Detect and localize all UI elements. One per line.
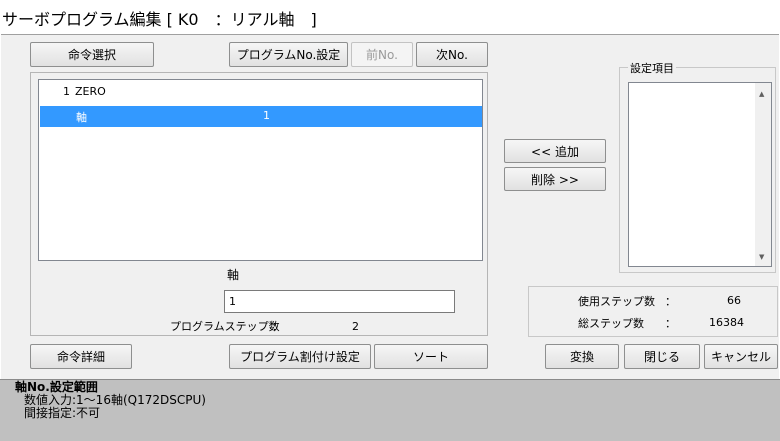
- total-steps-label: 総ステップ数: [578, 317, 644, 330]
- used-steps-value: 66: [727, 294, 741, 307]
- settings-list[interactable]: ▲ ▼: [628, 82, 772, 267]
- next-no-button[interactable]: 次No.: [416, 42, 488, 67]
- used-steps-label: 使用ステップ数: [578, 295, 655, 308]
- list-item-selected[interactable]: 軸 1: [40, 106, 482, 127]
- prev-no-button[interactable]: 前No.: [351, 42, 413, 67]
- used-steps-colon: ：: [665, 295, 676, 308]
- list-item-label: ZERO: [75, 85, 106, 98]
- field-label: 軸: [227, 268, 240, 282]
- help-line-indirect: 間接指定:不可: [24, 406, 101, 420]
- command-detail-button[interactable]: 命令詳細: [30, 344, 132, 369]
- close-button[interactable]: 閉じる: [624, 344, 700, 369]
- window-title: サーボプログラム編集 [ K0 ：リアル軸 ]: [2, 10, 317, 29]
- total-steps-value: 16384: [709, 316, 744, 329]
- settings-scrollbar[interactable]: ▲ ▼: [755, 83, 771, 266]
- program-step-colon: ：: [272, 320, 283, 333]
- add-button[interactable]: << 追加: [504, 139, 606, 163]
- settings-group-title: 設定項目: [628, 60, 676, 76]
- program-list[interactable]: 1 ZERO 軸 1: [38, 79, 483, 261]
- convert-button[interactable]: 変換: [545, 344, 619, 369]
- program-step-label: プログラムステップ数: [170, 320, 280, 333]
- list-item-label: 軸: [76, 111, 87, 124]
- help-status-area: 軸No.設定範囲 数値入力:1～16軸(Q172DSCPU) 間接指定:不可: [0, 379, 780, 441]
- list-item-number: 1: [63, 85, 70, 98]
- total-steps-colon: ：: [665, 317, 676, 330]
- command-select-button[interactable]: 命令選択: [30, 42, 154, 67]
- program-no-setting-button[interactable]: プログラムNo.設定: [229, 42, 348, 67]
- remove-button[interactable]: 削除 >>: [504, 167, 606, 191]
- scroll-up-icon[interactable]: ▲: [759, 90, 764, 98]
- scroll-down-icon[interactable]: ▼: [759, 253, 764, 261]
- cancel-button[interactable]: キャンセル: [704, 344, 778, 369]
- program-allocation-button[interactable]: プログラム割付け設定: [229, 344, 371, 369]
- axis-input[interactable]: 1: [224, 290, 455, 313]
- program-step-value: 2: [352, 320, 359, 333]
- sort-button[interactable]: ソート: [374, 344, 488, 369]
- list-item-value: 1: [263, 109, 270, 122]
